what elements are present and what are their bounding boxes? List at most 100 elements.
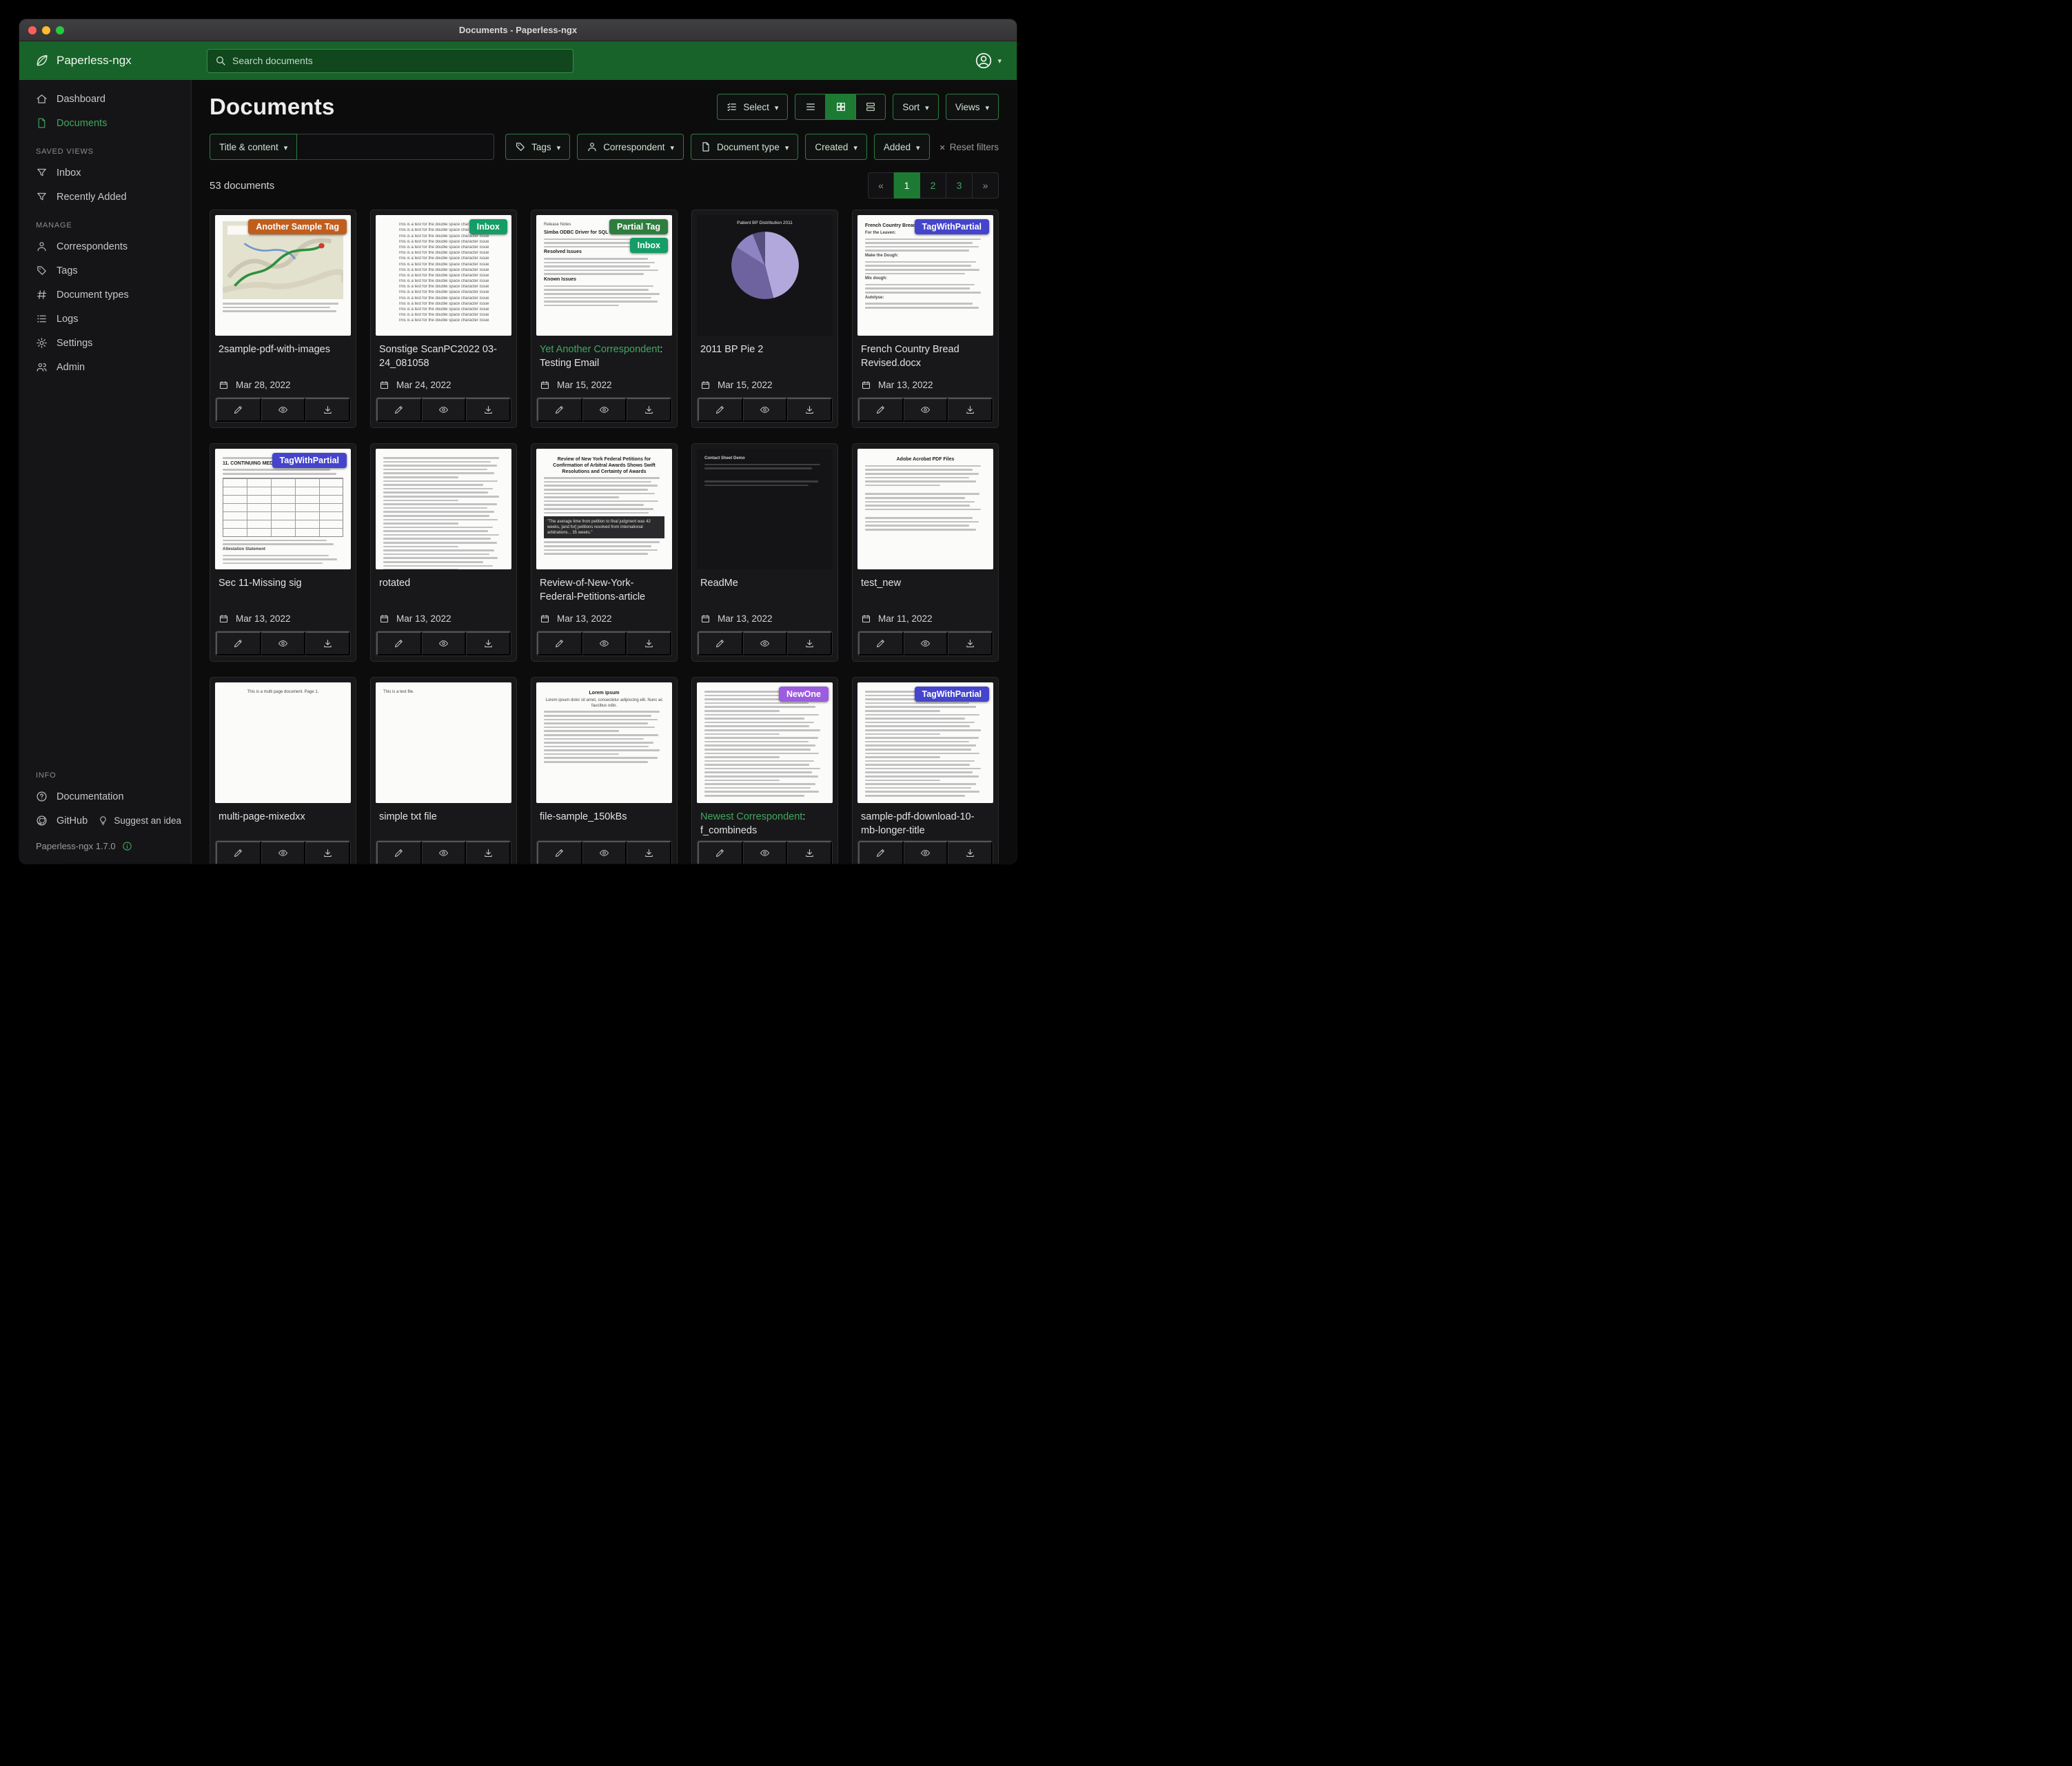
download-button[interactable]: [948, 398, 993, 422]
document-title[interactable]: multi-page-mixedxx: [219, 810, 347, 824]
pagination-page-1[interactable]: 1: [894, 172, 920, 199]
edit-button[interactable]: [537, 631, 582, 656]
edit-button[interactable]: [376, 631, 422, 656]
document-thumbnail[interactable]: Patient BP Distribution 2011: [697, 215, 833, 336]
user-menu[interactable]: [975, 52, 1002, 70]
document-card[interactable]: rotatedMar 13, 2022: [370, 443, 517, 662]
document-card[interactable]: TagWithPartialsample-pdf-download-10-mb-…: [852, 677, 999, 864]
document-title[interactable]: 2sample-pdf-with-images: [219, 343, 347, 356]
document-type-filter-button[interactable]: Document type: [691, 134, 798, 160]
preview-button[interactable]: [261, 398, 306, 422]
document-title[interactable]: Review-of-New-York-Federal-Petitions-art…: [540, 576, 669, 605]
edit-button[interactable]: [216, 398, 261, 422]
document-card[interactable]: Patient BP Distribution 2011 2011 BP Pie …: [691, 210, 838, 428]
document-title[interactable]: Sonstige ScanPC2022 03-24_081058: [379, 343, 508, 371]
view-grid-button[interactable]: [825, 94, 855, 120]
tag-badge[interactable]: Partial Tag: [609, 219, 668, 234]
document-correspondent[interactable]: Yet Another Correspondent: [540, 344, 660, 355]
edit-button[interactable]: [376, 398, 422, 422]
preview-button[interactable]: [582, 841, 627, 864]
document-title[interactable]: Yet Another Correspondent: Testing Email: [540, 343, 669, 371]
preview-button[interactable]: [904, 398, 948, 422]
preview-button[interactable]: [743, 398, 788, 422]
document-thumbnail[interactable]: Review of New York Federal Petitions for…: [536, 449, 672, 569]
download-button[interactable]: [466, 841, 511, 864]
pagination-page-2[interactable]: 2: [920, 172, 946, 199]
document-card[interactable]: This is a multi page document. Page 1. mu…: [210, 677, 356, 864]
document-card[interactable]: NewOneNewest Correspondent: f_combineds: [691, 677, 838, 864]
document-title[interactable]: test_new: [861, 576, 990, 590]
download-button[interactable]: [627, 631, 671, 656]
document-thumbnail[interactable]: NewOne: [697, 682, 833, 803]
select-button[interactable]: Select: [717, 94, 788, 120]
document-thumbnail[interactable]: Contact Sheet Demo: [697, 449, 833, 569]
suggest-idea-link[interactable]: Suggest an idea: [98, 815, 181, 826]
download-button[interactable]: [627, 398, 671, 422]
document-title[interactable]: Sec 11-Missing sig: [219, 576, 347, 590]
sort-button[interactable]: Sort: [893, 94, 938, 120]
document-card[interactable]: Contact Sheet DemoReadMeMar 13, 2022: [691, 443, 838, 662]
document-thumbnail[interactable]: TagWithPartial: [857, 682, 993, 803]
preview-button[interactable]: [422, 631, 467, 656]
preview-button[interactable]: [582, 398, 627, 422]
sidebar-item-document-types[interactable]: Document types: [19, 283, 191, 307]
views-button[interactable]: Views: [946, 94, 999, 120]
document-card[interactable]: 11. CONTINUING MEDICAL EDUCAAttestation …: [210, 443, 356, 662]
document-thumbnail[interactable]: This is a test for the double space char…: [376, 215, 511, 336]
document-thumbnail[interactable]: Lorem ipsumLorem ipsum dolor sit amet, c…: [536, 682, 672, 803]
sidebar-item-dashboard[interactable]: Dashboard: [19, 87, 191, 111]
document-card[interactable]: Lorem ipsumLorem ipsum dolor sit amet, c…: [531, 677, 678, 864]
download-button[interactable]: [948, 841, 993, 864]
document-card[interactable]: Review of New York Federal Petitions for…: [531, 443, 678, 662]
download-button[interactable]: [305, 631, 350, 656]
correspondent-filter-button[interactable]: Correspondent: [577, 134, 684, 160]
document-thumbnail[interactable]: Another Sample Tag: [215, 215, 351, 336]
tags-filter-button[interactable]: Tags: [505, 134, 570, 160]
tag-badge[interactable]: TagWithPartial: [272, 453, 347, 468]
document-title[interactable]: rotated: [379, 576, 508, 590]
download-button[interactable]: [305, 841, 350, 864]
created-filter-button[interactable]: Created: [805, 134, 867, 160]
preview-button[interactable]: [904, 841, 948, 864]
preview-button[interactable]: [422, 841, 467, 864]
preview-button[interactable]: [261, 841, 306, 864]
edit-button[interactable]: [537, 398, 582, 422]
document-title[interactable]: 2011 BP Pie 2: [700, 343, 829, 356]
download-button[interactable]: [466, 631, 511, 656]
reset-filters-button[interactable]: Reset filters: [937, 142, 999, 152]
document-title[interactable]: simple txt file: [379, 810, 508, 824]
zoom-window-button[interactable]: [56, 26, 64, 34]
document-thumbnail[interactable]: Adobe Acrobat PDF Files: [857, 449, 993, 569]
edit-button[interactable]: [858, 398, 904, 422]
download-button[interactable]: [787, 841, 832, 864]
document-correspondent[interactable]: Newest Correspondent: [700, 811, 802, 822]
sidebar-item-correspondents[interactable]: Correspondents: [19, 234, 191, 258]
document-thumbnail[interactable]: This is a test file.: [376, 682, 511, 803]
search-input[interactable]: [232, 55, 565, 66]
pagination-prev[interactable]: «: [868, 172, 894, 199]
document-thumbnail[interactable]: 11. CONTINUING MEDICAL EDUCAAttestation …: [215, 449, 351, 569]
document-thumbnail[interactable]: This is a multi page document. Page 1.: [215, 682, 351, 803]
sidebar-item-tags[interactable]: Tags: [19, 258, 191, 283]
document-title[interactable]: file-sample_150kBs: [540, 810, 669, 824]
sidebar-item-settings[interactable]: Settings: [19, 331, 191, 355]
tag-badge[interactable]: TagWithPartial: [915, 219, 989, 234]
tag-badge[interactable]: Inbox: [630, 238, 668, 253]
edit-button[interactable]: [858, 841, 904, 864]
sidebar-item-recently-added[interactable]: Recently Added: [19, 185, 191, 209]
edit-button[interactable]: [698, 398, 743, 422]
edit-button[interactable]: [216, 841, 261, 864]
document-title[interactable]: French Country Bread Revised.docx: [861, 343, 990, 371]
document-thumbnail[interactable]: French Country BreadFor the Leaven:Make …: [857, 215, 993, 336]
brand[interactable]: Paperless-ngx: [34, 53, 207, 68]
sidebar-item-documentation[interactable]: Documentation: [19, 784, 191, 809]
edit-button[interactable]: [537, 841, 582, 864]
title-content-dropdown[interactable]: Title & content: [210, 134, 297, 160]
document-thumbnail[interactable]: Release NotesSimba ODBC Driver for SQL S…: [536, 215, 672, 336]
sidebar-item-logs[interactable]: Logs: [19, 307, 191, 331]
download-button[interactable]: [466, 398, 511, 422]
document-card[interactable]: Adobe Acrobat PDF Filestest_newMar 11, 2…: [852, 443, 999, 662]
edit-button[interactable]: [698, 631, 743, 656]
sidebar-item-inbox[interactable]: Inbox: [19, 161, 191, 185]
close-window-button[interactable]: [28, 26, 37, 34]
